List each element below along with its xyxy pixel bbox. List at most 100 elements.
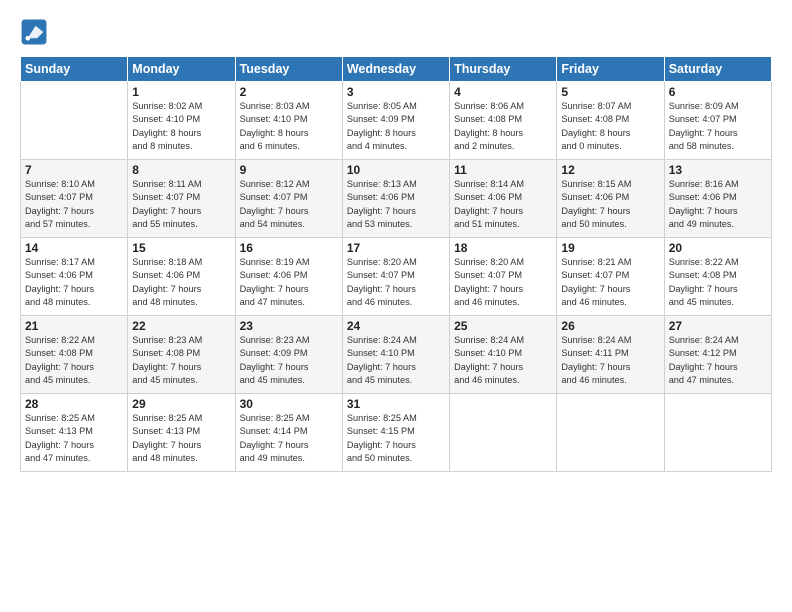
- cell-info: Sunrise: 8:21 AM: [561, 256, 659, 269]
- cell-info: Daylight: 7 hours: [240, 439, 338, 452]
- cell-info: Sunset: 4:06 PM: [25, 269, 123, 282]
- day-number: 4: [454, 85, 552, 99]
- cell-info: Sunset: 4:08 PM: [561, 113, 659, 126]
- cell-info: Daylight: 7 hours: [454, 205, 552, 218]
- day-number: 28: [25, 397, 123, 411]
- cell-info: Daylight: 7 hours: [240, 283, 338, 296]
- cell-info: Sunrise: 8:14 AM: [454, 178, 552, 191]
- cell-info: Sunset: 4:07 PM: [347, 269, 445, 282]
- cell-info: Sunrise: 8:03 AM: [240, 100, 338, 113]
- day-cell: 7Sunrise: 8:10 AMSunset: 4:07 PMDaylight…: [21, 160, 128, 238]
- cell-info: Sunrise: 8:09 AM: [669, 100, 767, 113]
- cell-info: Daylight: 7 hours: [669, 127, 767, 140]
- day-cell: 8Sunrise: 8:11 AMSunset: 4:07 PMDaylight…: [128, 160, 235, 238]
- cell-info: and 58 minutes.: [669, 140, 767, 153]
- cell-info: and 45 minutes.: [240, 374, 338, 387]
- day-cell: 14Sunrise: 8:17 AMSunset: 4:06 PMDayligh…: [21, 238, 128, 316]
- cell-info: Sunrise: 8:07 AM: [561, 100, 659, 113]
- day-number: 24: [347, 319, 445, 333]
- cell-info: Daylight: 7 hours: [240, 361, 338, 374]
- cell-info: Sunrise: 8:02 AM: [132, 100, 230, 113]
- day-cell: 21Sunrise: 8:22 AMSunset: 4:08 PMDayligh…: [21, 316, 128, 394]
- cell-info: Sunrise: 8:24 AM: [454, 334, 552, 347]
- cell-info: Sunrise: 8:06 AM: [454, 100, 552, 113]
- cell-info: Sunset: 4:13 PM: [25, 425, 123, 438]
- cell-info: Daylight: 7 hours: [347, 361, 445, 374]
- header-cell-sunday: Sunday: [21, 57, 128, 82]
- cell-info: Daylight: 7 hours: [25, 361, 123, 374]
- day-number: 26: [561, 319, 659, 333]
- cell-info: Sunset: 4:06 PM: [347, 191, 445, 204]
- cell-info: Sunrise: 8:25 AM: [25, 412, 123, 425]
- cell-info: and 6 minutes.: [240, 140, 338, 153]
- header-cell-friday: Friday: [557, 57, 664, 82]
- cell-info: Daylight: 7 hours: [347, 205, 445, 218]
- cell-info: Sunset: 4:07 PM: [561, 269, 659, 282]
- cell-info: Sunrise: 8:12 AM: [240, 178, 338, 191]
- cell-info: Daylight: 7 hours: [347, 283, 445, 296]
- day-cell: [557, 394, 664, 472]
- cell-info: Sunset: 4:06 PM: [132, 269, 230, 282]
- cell-info: and 49 minutes.: [240, 452, 338, 465]
- cell-info: Sunset: 4:12 PM: [669, 347, 767, 360]
- cell-info: and 45 minutes.: [132, 374, 230, 387]
- cell-info: Sunrise: 8:25 AM: [132, 412, 230, 425]
- cell-info: Sunrise: 8:23 AM: [240, 334, 338, 347]
- header-cell-saturday: Saturday: [664, 57, 771, 82]
- cell-info: Sunrise: 8:18 AM: [132, 256, 230, 269]
- cell-info: Sunrise: 8:24 AM: [669, 334, 767, 347]
- cell-info: Daylight: 7 hours: [132, 283, 230, 296]
- cell-info: Daylight: 7 hours: [669, 205, 767, 218]
- cell-info: Daylight: 7 hours: [132, 439, 230, 452]
- day-number: 21: [25, 319, 123, 333]
- day-number: 10: [347, 163, 445, 177]
- day-cell: 27Sunrise: 8:24 AMSunset: 4:12 PMDayligh…: [664, 316, 771, 394]
- cell-info: Daylight: 7 hours: [561, 205, 659, 218]
- cell-info: Sunset: 4:09 PM: [240, 347, 338, 360]
- cell-info: Sunset: 4:08 PM: [132, 347, 230, 360]
- calendar-table: SundayMondayTuesdayWednesdayThursdayFrid…: [20, 56, 772, 472]
- day-number: 11: [454, 163, 552, 177]
- cell-info: Sunrise: 8:16 AM: [669, 178, 767, 191]
- day-number: 29: [132, 397, 230, 411]
- cell-info: Sunset: 4:09 PM: [347, 113, 445, 126]
- day-number: 13: [669, 163, 767, 177]
- header-cell-wednesday: Wednesday: [342, 57, 449, 82]
- cell-info: Daylight: 8 hours: [454, 127, 552, 140]
- cell-info: and 46 minutes.: [454, 296, 552, 309]
- day-number: 19: [561, 241, 659, 255]
- cell-info: Sunrise: 8:23 AM: [132, 334, 230, 347]
- page: SundayMondayTuesdayWednesdayThursdayFrid…: [0, 0, 792, 612]
- cell-info: and 47 minutes.: [240, 296, 338, 309]
- cell-info: Daylight: 7 hours: [669, 283, 767, 296]
- cell-info: Sunset: 4:06 PM: [561, 191, 659, 204]
- cell-info: Sunset: 4:06 PM: [240, 269, 338, 282]
- cell-info: Daylight: 7 hours: [25, 283, 123, 296]
- cell-info: Sunrise: 8:24 AM: [561, 334, 659, 347]
- cell-info: and 8 minutes.: [132, 140, 230, 153]
- cell-info: and 50 minutes.: [561, 218, 659, 231]
- cell-info: Daylight: 7 hours: [454, 361, 552, 374]
- day-number: 12: [561, 163, 659, 177]
- cell-info: Daylight: 7 hours: [561, 361, 659, 374]
- day-cell: 5Sunrise: 8:07 AMSunset: 4:08 PMDaylight…: [557, 82, 664, 160]
- day-cell: 24Sunrise: 8:24 AMSunset: 4:10 PMDayligh…: [342, 316, 449, 394]
- day-cell: 22Sunrise: 8:23 AMSunset: 4:08 PMDayligh…: [128, 316, 235, 394]
- cell-info: and 46 minutes.: [454, 374, 552, 387]
- day-number: 6: [669, 85, 767, 99]
- day-cell: 29Sunrise: 8:25 AMSunset: 4:13 PMDayligh…: [128, 394, 235, 472]
- cell-info: and 48 minutes.: [132, 296, 230, 309]
- week-row-2: 7Sunrise: 8:10 AMSunset: 4:07 PMDaylight…: [21, 160, 772, 238]
- day-cell: 1Sunrise: 8:02 AMSunset: 4:10 PMDaylight…: [128, 82, 235, 160]
- day-cell: 18Sunrise: 8:20 AMSunset: 4:07 PMDayligh…: [450, 238, 557, 316]
- week-row-5: 28Sunrise: 8:25 AMSunset: 4:13 PMDayligh…: [21, 394, 772, 472]
- cell-info: and 4 minutes.: [347, 140, 445, 153]
- day-cell: 25Sunrise: 8:24 AMSunset: 4:10 PMDayligh…: [450, 316, 557, 394]
- cell-info: Sunrise: 8:22 AM: [25, 334, 123, 347]
- cell-info: Sunset: 4:10 PM: [347, 347, 445, 360]
- cell-info: and 51 minutes.: [454, 218, 552, 231]
- header-cell-tuesday: Tuesday: [235, 57, 342, 82]
- cell-info: Sunset: 4:14 PM: [240, 425, 338, 438]
- cell-info: Sunrise: 8:22 AM: [669, 256, 767, 269]
- cell-info: and 45 minutes.: [347, 374, 445, 387]
